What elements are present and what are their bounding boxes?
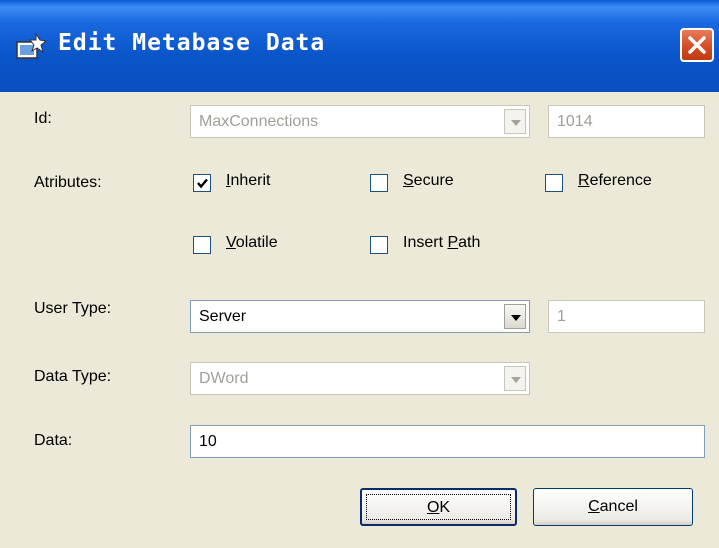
data-value: 10 xyxy=(199,433,217,450)
user-type-dropdown-button[interactable] xyxy=(504,304,526,329)
data-label: Data: xyxy=(34,432,73,449)
secure-label[interactable]: Secure xyxy=(403,172,454,190)
window-title: Edit Metabase Data xyxy=(58,30,326,56)
id-label: Id: xyxy=(34,110,52,127)
user-type-value: Server xyxy=(199,308,247,325)
user-type-combobox[interactable]: Server xyxy=(190,300,530,333)
chevron-down-icon xyxy=(511,315,521,321)
edit-metabase-wizard-icon xyxy=(16,32,48,59)
volatile-label[interactable]: Volatile xyxy=(226,234,278,252)
data-input[interactable]: 10 xyxy=(190,425,705,458)
chevron-down-icon xyxy=(511,120,521,126)
data-type-combobox[interactable]: DWord xyxy=(190,362,530,395)
chevron-down-icon xyxy=(511,377,521,383)
id-name-value: MaxConnections xyxy=(199,113,319,130)
reference-label[interactable]: Reference xyxy=(578,172,652,190)
user-type-number-field[interactable]: 1 xyxy=(548,300,705,333)
inherit-checkbox[interactable] xyxy=(193,174,211,192)
id-dropdown-button[interactable] xyxy=(504,109,526,134)
secure-checkbox[interactable] xyxy=(370,174,388,192)
cancel-button[interactable]: Cancel xyxy=(533,488,693,526)
edit-metabase-dialog: Edit Metabase Data Id: MaxConnections 10… xyxy=(0,0,719,548)
cancel-label: ancel xyxy=(599,498,638,515)
id-number-field[interactable]: 1014 xyxy=(548,105,705,138)
user-type-number-value: 1 xyxy=(557,308,566,325)
data-type-label: Data Type: xyxy=(34,368,112,385)
attributes-label: Atributes: xyxy=(34,174,102,191)
title-bar[interactable]: Edit Metabase Data xyxy=(0,0,719,92)
inherit-label[interactable]: Inherit xyxy=(226,172,270,190)
close-button[interactable] xyxy=(680,28,714,62)
insert-path-checkbox[interactable] xyxy=(370,236,388,254)
volatile-checkbox[interactable] xyxy=(193,236,211,254)
focus-rectangle xyxy=(366,494,511,520)
reference-checkbox[interactable] xyxy=(545,174,563,192)
id-number-value: 1014 xyxy=(557,113,593,130)
user-type-label: User Type: xyxy=(34,300,112,317)
insert-path-label[interactable]: Insert Path xyxy=(403,234,480,252)
id-name-combobox[interactable]: MaxConnections xyxy=(190,105,530,138)
data-type-dropdown-button[interactable] xyxy=(504,366,526,391)
data-type-value: DWord xyxy=(199,370,249,387)
cancel-accel: C xyxy=(588,498,600,515)
close-icon xyxy=(688,36,706,54)
ok-button[interactable]: OK xyxy=(360,488,517,526)
checkmark-icon xyxy=(197,178,208,189)
